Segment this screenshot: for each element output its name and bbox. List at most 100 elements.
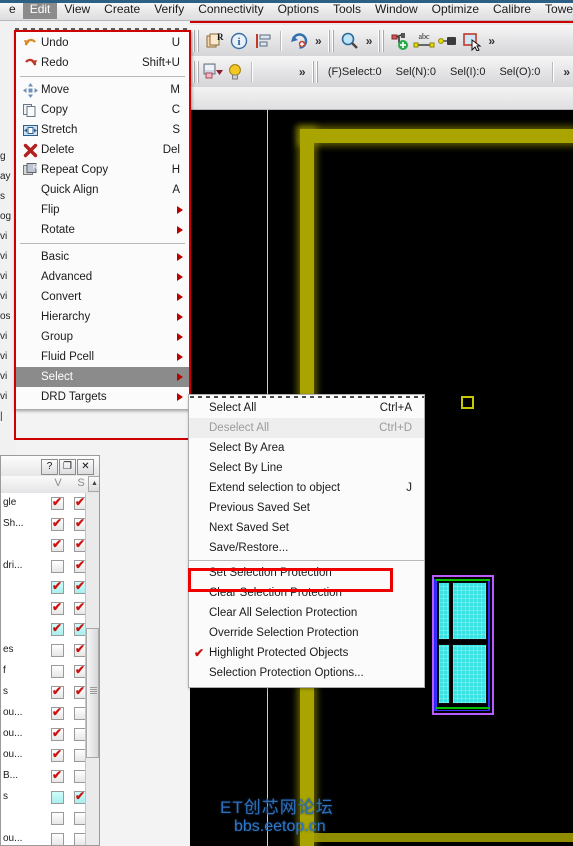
select-submenu-item-highlight-protected-objects[interactable]: ✔ Highlight Protected Objects xyxy=(189,643,424,663)
menu-item-edit[interactable]: Edit xyxy=(22,1,58,19)
toolbar-overflow-chevron-3[interactable]: » xyxy=(484,34,498,48)
add-pin-icon[interactable] xyxy=(388,29,412,53)
edit-menu-item-fluid-pcell[interactable]: Fluid Pcell xyxy=(15,347,190,367)
copy-r-icon[interactable]: R xyxy=(203,29,227,53)
menu-tearoff-handle[interactable] xyxy=(15,28,190,31)
edit-menu-item-advanced[interactable]: Advanced xyxy=(15,267,190,287)
info-icon[interactable]: i xyxy=(227,29,251,53)
layer-swatch-icon[interactable] xyxy=(202,60,224,84)
edit-menu-item-hierarchy[interactable]: Hierarchy xyxy=(15,307,190,327)
undo-circle-icon[interactable] xyxy=(287,29,311,53)
layer-visible-checkbox[interactable] xyxy=(51,791,64,804)
edit-menu-item-drd-targets[interactable]: DRD Targets xyxy=(15,387,190,407)
panel-scrollbar[interactable] xyxy=(85,493,99,845)
layer-visible-checkbox[interactable] xyxy=(51,537,64,552)
select-submenu-item-select-by-line[interactable]: Select By Line xyxy=(189,458,424,478)
zoom-magnifier-icon[interactable] xyxy=(338,29,362,53)
layer-visible-checkbox[interactable] xyxy=(51,644,64,657)
layer-visible-checkbox[interactable] xyxy=(51,684,64,699)
edit-menu-item-redo[interactable]: Redo Shift+U xyxy=(15,53,190,73)
probe-icon[interactable] xyxy=(436,29,460,53)
edit-menu-item-copy[interactable]: Copy C xyxy=(15,100,190,120)
edit-menu-item-undo[interactable]: Undo U xyxy=(15,33,190,53)
menu-item-towerja[interactable]: TowerJa xyxy=(538,1,573,19)
menu-item-label: Copy xyxy=(41,104,68,116)
edit-menu-item-select[interactable]: Select xyxy=(15,367,190,387)
toolbar-overflow-chevron-1[interactable]: » xyxy=(311,34,325,48)
layer-visible-checkbox[interactable] xyxy=(51,495,64,510)
toolbar-grip[interactable] xyxy=(327,29,335,52)
select-submenu-item-set-selection-protection[interactable]: Set Selection Protection xyxy=(189,563,424,583)
scrollbar-thumb[interactable] xyxy=(86,628,99,758)
menu-item-tools[interactable]: Tools xyxy=(326,1,368,19)
submenu-arrow-icon xyxy=(177,206,183,214)
edit-menu-item-delete[interactable]: Delete Del xyxy=(15,140,190,160)
select-submenu-item-selection-protection-options[interactable]: Selection Protection Options... xyxy=(189,663,424,683)
menu-item-options[interactable]: Options xyxy=(271,1,326,19)
edit-menu-item-convert[interactable]: Convert xyxy=(15,287,190,307)
lightbulb-icon[interactable] xyxy=(224,60,245,84)
toolbar-grip[interactable] xyxy=(311,60,318,83)
menu-item-calibre[interactable]: Calibre xyxy=(486,1,538,19)
layer-visible-checkbox[interactable] xyxy=(51,665,64,678)
canvas-device-instance[interactable] xyxy=(432,575,494,715)
layer-visible-checkbox[interactable] xyxy=(51,516,64,531)
align-icon[interactable] xyxy=(251,29,275,53)
edit-menu-item-quick-align[interactable]: Quick Align A xyxy=(15,180,190,200)
layer-visible-checkbox[interactable] xyxy=(51,812,64,825)
layer-visible-checkbox[interactable] xyxy=(51,560,64,573)
menu-item-e[interactable]: e xyxy=(2,1,23,19)
device-fill-br xyxy=(452,644,487,704)
layer-visible-checkbox[interactable] xyxy=(51,621,64,636)
select-submenu-item-clear-selection-protection[interactable]: Clear Selection Protection xyxy=(189,583,424,603)
select-rect-icon[interactable] xyxy=(460,29,484,53)
select-submenu-item-select-all[interactable]: Select All Ctrl+A xyxy=(189,398,424,418)
edit-menu-item-move[interactable]: Move M xyxy=(15,80,190,100)
menu-item-optimize[interactable]: Optimize xyxy=(425,1,486,19)
help-button[interactable]: ? xyxy=(41,459,58,475)
layer-visible-checkbox[interactable] xyxy=(51,600,64,615)
edit-menu-item-rotate[interactable]: Rotate xyxy=(15,220,190,240)
menu-item-verify[interactable]: Verify xyxy=(147,1,191,19)
abc-label-icon[interactable]: abc xyxy=(412,29,436,53)
edit-menu-item-flip[interactable]: Flip xyxy=(15,200,190,220)
layer-visible-checkbox[interactable] xyxy=(51,726,64,741)
layer-visible-checkbox[interactable] xyxy=(51,579,64,594)
stretch-icon xyxy=(19,121,41,139)
toolbar-overflow-chevron-2[interactable]: » xyxy=(362,34,376,48)
select-submenu[interactable]: Select All Ctrl+A Deselect All Ctrl+D Select… xyxy=(188,394,425,688)
select-submenu-item-clear-all-selection-protection[interactable]: Clear All Selection Protection xyxy=(189,603,424,623)
select-submenu-item-override-selection-protection[interactable]: Override Selection Protection xyxy=(189,623,424,643)
edit-menu-dropdown[interactable]: Undo U Redo Shift+U Move M Copy C Stretch S Delete… xyxy=(14,28,191,410)
select-submenu-item-save-restore[interactable]: Save/Restore... xyxy=(189,538,424,558)
watermark-line-1: ET创芯网论坛 xyxy=(220,798,334,817)
menu-item-window[interactable]: Window xyxy=(368,1,425,19)
edit-menu-item-group[interactable]: Group xyxy=(15,327,190,347)
layer-visible-checkbox[interactable] xyxy=(51,833,64,845)
close-button[interactable]: ✕ xyxy=(77,459,94,475)
edit-menu-item-stretch[interactable]: Stretch S xyxy=(15,120,190,140)
toolbar-grip[interactable] xyxy=(193,29,200,52)
menu-item-create[interactable]: Create xyxy=(97,1,147,19)
layer-visible-checkbox[interactable] xyxy=(51,768,64,783)
select-submenu-item-extend-selection-to-object[interactable]: Extend selection to object J xyxy=(189,478,424,498)
restore-button[interactable]: ❐ xyxy=(59,459,76,475)
select-submenu-item-select-by-area[interactable]: Select By Area xyxy=(189,438,424,458)
toolbar-grip[interactable] xyxy=(378,29,386,52)
edit-menu-item-basic[interactable]: Basic xyxy=(15,247,190,267)
layer-visible-checkbox[interactable] xyxy=(51,747,64,762)
status-sel-n: Sel(N):0 xyxy=(395,65,436,78)
scroll-up-arrow[interactable]: ▲ xyxy=(88,476,99,492)
menu-item-view[interactable]: View xyxy=(57,1,97,19)
select-submenu-item-next-saved-set[interactable]: Next Saved Set xyxy=(189,518,424,538)
toolbar-overflow-chevron-5[interactable]: » xyxy=(559,65,573,79)
layer-visible-checkbox[interactable] xyxy=(51,705,64,720)
toolbar-grip[interactable] xyxy=(193,60,200,83)
delete-icon xyxy=(19,141,41,159)
submenu-item-accelerator: Ctrl+A xyxy=(379,402,412,414)
menu-item-connectivity[interactable]: Connectivity xyxy=(191,1,270,19)
edit-menu-item-repeat-copy[interactable]: R Repeat Copy H xyxy=(15,160,190,180)
toolbar-overflow-chevron-4[interactable]: » xyxy=(295,65,309,79)
select-submenu-item-previous-saved-set[interactable]: Previous Saved Set xyxy=(189,498,424,518)
application-window: g ay s og vi vi vi vi os vi vi vi vi | ET创芯网论坛 xyxy=(0,0,573,846)
